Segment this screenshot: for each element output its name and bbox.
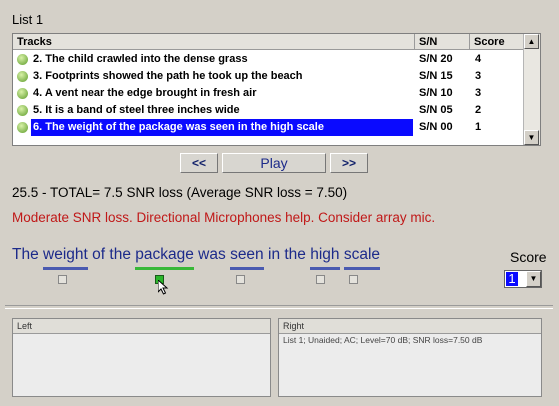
header-sn[interactable]: S/N [415,34,470,50]
table-row[interactable]: 3. Footprints showed the path he took up… [13,68,526,85]
keyword-checkbox[interactable] [236,275,245,284]
play-button[interactable]: Play [222,153,326,173]
table-row-selected[interactable]: 6. The weight of the package was seen in… [13,119,526,136]
keyword-checkbox[interactable] [349,275,358,284]
right-pane-text: List 1; Unaided; AC; Level=70 dB; SNR lo… [283,335,483,345]
right-pane-title: Right [279,319,541,334]
right-pane: Right List 1; Unaided; AC; Level=70 dB; … [278,318,542,397]
track-title: 6. The weight of the package was seen in… [31,119,413,136]
track-score: 4 [475,53,482,65]
score-value: 1 [506,272,518,286]
previous-button[interactable]: << [180,153,218,173]
header-score[interactable]: Score [470,34,526,50]
sentence-word: The [12,246,39,263]
track-title: 5. It is a band of steel three inches wi… [33,104,240,116]
score-label: Score [510,249,547,265]
track-sn: S/N 05 [419,104,453,116]
track-sn: S/N 15 [419,70,453,82]
table-row[interactable]: 5. It is a band of steel three inches wi… [13,102,526,119]
score-dropdown[interactable]: 1 ▼ [504,270,542,288]
table-scrollbar[interactable]: ▲ ▼ [523,34,540,145]
sentence-display: The weight of the package was seen in th… [12,246,381,270]
keyword-word: high [310,246,340,270]
track-sn: S/N 20 [419,53,453,65]
track-score: 3 [475,87,482,99]
keyword-checkbox[interactable] [316,275,325,284]
track-score: 2 [475,104,482,116]
table-row[interactable]: 2. The child crawled into the dense gras… [13,51,526,68]
advice-message: Moderate SNR loss. Directional Microphon… [12,210,436,225]
speaker-icon[interactable] [17,122,28,133]
track-title: 2. The child crawled into the dense gras… [33,53,248,65]
sentence-word: was [198,246,226,263]
total-summary: 25.5 - TOTAL= 7.5 SNR loss (Average SNR … [12,185,348,200]
left-pane-title: Left [13,319,270,334]
track-sn: S/N 10 [419,87,453,99]
speaker-icon[interactable] [17,105,28,116]
list-title: List 1 [12,12,44,27]
keyword-word: weight [43,246,88,270]
chevron-down-icon[interactable]: ▼ [526,271,541,287]
track-score: 1 [475,121,482,133]
speaker-icon[interactable] [17,88,28,99]
left-pane: Left [12,318,271,397]
divider [5,305,553,309]
scroll-down-icon[interactable]: ▼ [524,130,539,145]
header-tracks[interactable]: Tracks [13,34,415,50]
keyword-word: scale [343,246,381,270]
keyword-word-correct: package [135,246,194,270]
speaker-icon[interactable] [17,71,28,82]
scroll-up-icon[interactable]: ▲ [524,34,539,49]
mouse-pointer-icon [158,280,169,295]
next-button[interactable]: >> [330,153,368,173]
track-title: 4. A vent near the edge brought in fresh… [33,87,257,99]
speaker-icon[interactable] [17,54,28,65]
table-row[interactable]: 4. A vent near the edge brought in fresh… [13,85,526,102]
keyword-checkbox[interactable] [58,275,67,284]
track-score: 3 [475,70,482,82]
track-title: 3. Footprints showed the path he took up… [33,70,303,82]
sentence-word: in the [268,246,306,263]
keyword-word: seen [230,246,264,270]
tracks-table: Tracks S/N Score 2. The child crawled in… [12,33,541,146]
track-sn: S/N 00 [419,121,453,133]
sentence-word: of the [92,246,131,263]
